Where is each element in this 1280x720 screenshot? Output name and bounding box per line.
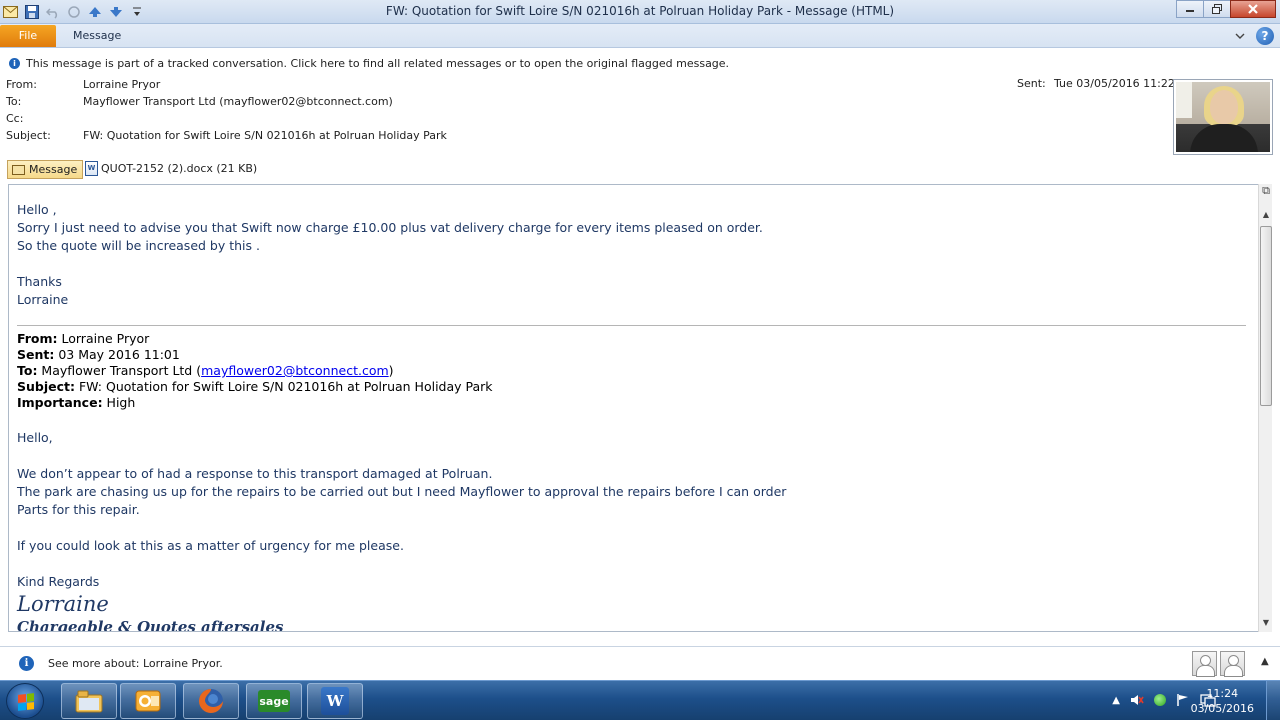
taskbar-word[interactable]: W (307, 683, 363, 719)
fwd-from-value: Lorraine Pryor (57, 331, 150, 346)
message-body[interactable]: Hello , Sorry I just need to advise you … (8, 184, 1258, 632)
signoff-name: Lorraine (17, 292, 69, 307)
contact-avatar-icon[interactable] (1192, 651, 1217, 677)
fwd-greeting: Hello, (17, 430, 53, 445)
from-value[interactable]: Lorraine Pryor (83, 78, 160, 91)
scroll-thumb[interactable] (1260, 226, 1272, 406)
fwd-to-close: ) (388, 363, 394, 378)
signature-name: Lorraine (17, 592, 109, 616)
close-icon (1248, 4, 1258, 14)
clock-time: 11:24 (1206, 687, 1239, 700)
taskbar-firefox[interactable] (183, 683, 239, 719)
attachment-bar: Message W QUOT-2152 (2).docx (21 KB) (0, 158, 1280, 180)
scroll-down-arrow[interactable]: ▼ (1259, 616, 1273, 630)
sender-photo[interactable] (1173, 79, 1273, 155)
people-pane: i See more about: Lorraine Pryor. ▲ (0, 646, 1280, 680)
thanks: Thanks (17, 274, 62, 289)
body-line-2: So the quote will be increased by this . (17, 238, 260, 253)
collapse-pane-icon[interactable]: ▲ (1261, 656, 1269, 667)
folder-icon (75, 690, 103, 713)
cc-label: Cc: (6, 112, 24, 125)
contact-avatar-icon[interactable] (1220, 651, 1245, 677)
subject-value: FW: Quotation for Swift Loire S/N 021016… (83, 129, 447, 142)
window-title: FW: Quotation for Swift Loire S/N 021016… (385, 4, 895, 18)
firefox-icon (199, 689, 223, 713)
fwd-to-value: Mayflower Transport Ltd ( (37, 363, 202, 378)
tab-file[interactable]: File (0, 25, 56, 47)
sage-icon: sage (258, 690, 290, 712)
split-icon[interactable]: ⧉ (1259, 184, 1273, 198)
scroll-up-arrow[interactable]: ▲ (1259, 208, 1273, 222)
minimize-button[interactable] (1176, 0, 1204, 18)
sent-label: Sent: (1017, 77, 1046, 90)
help-button[interactable]: ? (1256, 27, 1274, 45)
fwd-paragraph-2: The park are chasing us up for the repai… (17, 484, 787, 499)
forwarded-body: Hello, We don’t appear to of had a respo… (17, 429, 787, 632)
volume-muted-icon[interactable] (1130, 693, 1144, 707)
to-value[interactable]: Mayflower Transport Ltd (mayflower02@btc… (83, 95, 393, 108)
greeting: Hello , (17, 202, 57, 217)
window-controls (1176, 0, 1276, 18)
people-info-icon: i (19, 656, 34, 671)
attachment-file-label: QUOT-2152 (2).docx (21 KB) (101, 162, 258, 175)
people-pane-text[interactable]: See more about: Lorraine Pryor. (48, 657, 223, 670)
from-label: From: (6, 78, 37, 91)
word-document-icon: W (85, 161, 98, 176)
body-line-1: Sorry I just need to advise you that Swi… (17, 220, 763, 235)
fwd-paragraph-1: We don’t appear to of had a response to … (17, 466, 493, 481)
fwd-sent-label: Sent: (17, 347, 55, 362)
forwarded-header: From: Lorraine Pryor Sent: 03 May 2016 1… (17, 331, 493, 411)
signature-title: Chargeable & Quotes aftersales (17, 618, 284, 632)
kind-regards: Kind Regards (17, 574, 100, 589)
envelope-icon (12, 164, 25, 175)
start-button[interactable] (6, 683, 44, 719)
info-bar-text[interactable]: This message is part of a tracked conver… (26, 57, 729, 70)
fwd-from-label: From: (17, 331, 58, 346)
show-desktop-button[interactable] (1266, 681, 1280, 720)
clock[interactable]: 11:24 03/05/2016 (1191, 686, 1254, 716)
status-green-icon[interactable] (1154, 694, 1166, 706)
taskbar-sage[interactable]: sage (246, 683, 302, 719)
info-bar[interactable]: i This message is part of a tracked conv… (0, 54, 1280, 72)
message-button-label: Message (29, 163, 78, 176)
fwd-sent-value: 03 May 2016 11:01 (54, 347, 180, 362)
sent-value: Tue 03/05/2016 11:22 (1054, 77, 1175, 90)
taskbar-outlook[interactable] (120, 683, 176, 719)
info-icon: i (9, 58, 20, 69)
fwd-importance-label: Importance: (17, 395, 103, 410)
title-bar: FW: Quotation for Swift Loire S/N 021016… (0, 0, 1280, 24)
fwd-subject-value: FW: Quotation for Swift Loire S/N 021016… (75, 379, 493, 394)
word-icon: W (321, 687, 349, 715)
clock-date: 03/05/2016 (1190, 702, 1254, 715)
divider (17, 325, 1246, 326)
tab-message[interactable]: Message (73, 29, 121, 42)
minimize-icon (1186, 10, 1194, 12)
restore-button[interactable] (1203, 0, 1231, 18)
fwd-paragraph-4: If you could look at this as a matter of… (17, 538, 404, 553)
taskbar: sage W ▲ 11:24 03/05/2016 (0, 680, 1280, 720)
taskbar-explorer[interactable] (61, 683, 117, 719)
vertical-scrollbar[interactable]: ⧉ ▲ ▼ (1258, 184, 1272, 632)
show-hidden-icons-icon[interactable]: ▲ (1112, 695, 1120, 706)
restore-icon (1212, 4, 1222, 14)
fwd-subject-label: Subject: (17, 379, 75, 394)
ribbon-tabs: File Message ? (0, 24, 1280, 48)
message-button[interactable]: Message (7, 160, 84, 179)
fwd-to-label: To: (17, 363, 38, 378)
fwd-importance-value: High (102, 395, 136, 410)
windows-logo-icon (18, 693, 34, 711)
flag-icon[interactable] (1176, 693, 1190, 707)
fwd-paragraph-3: Parts for this repair. (17, 502, 140, 517)
outlook-icon (135, 690, 161, 712)
subject-label: Subject: (6, 129, 51, 142)
expand-ribbon-icon[interactable] (1234, 31, 1246, 41)
reply-text: Hello , Sorry I just need to advise you … (17, 201, 1249, 309)
to-label: To: (6, 95, 22, 108)
close-button[interactable] (1230, 0, 1276, 18)
email-link[interactable]: mayflower02@btconnect.com (201, 363, 389, 378)
attachment-file[interactable]: W QUOT-2152 (2).docx (21 KB) (85, 161, 257, 176)
